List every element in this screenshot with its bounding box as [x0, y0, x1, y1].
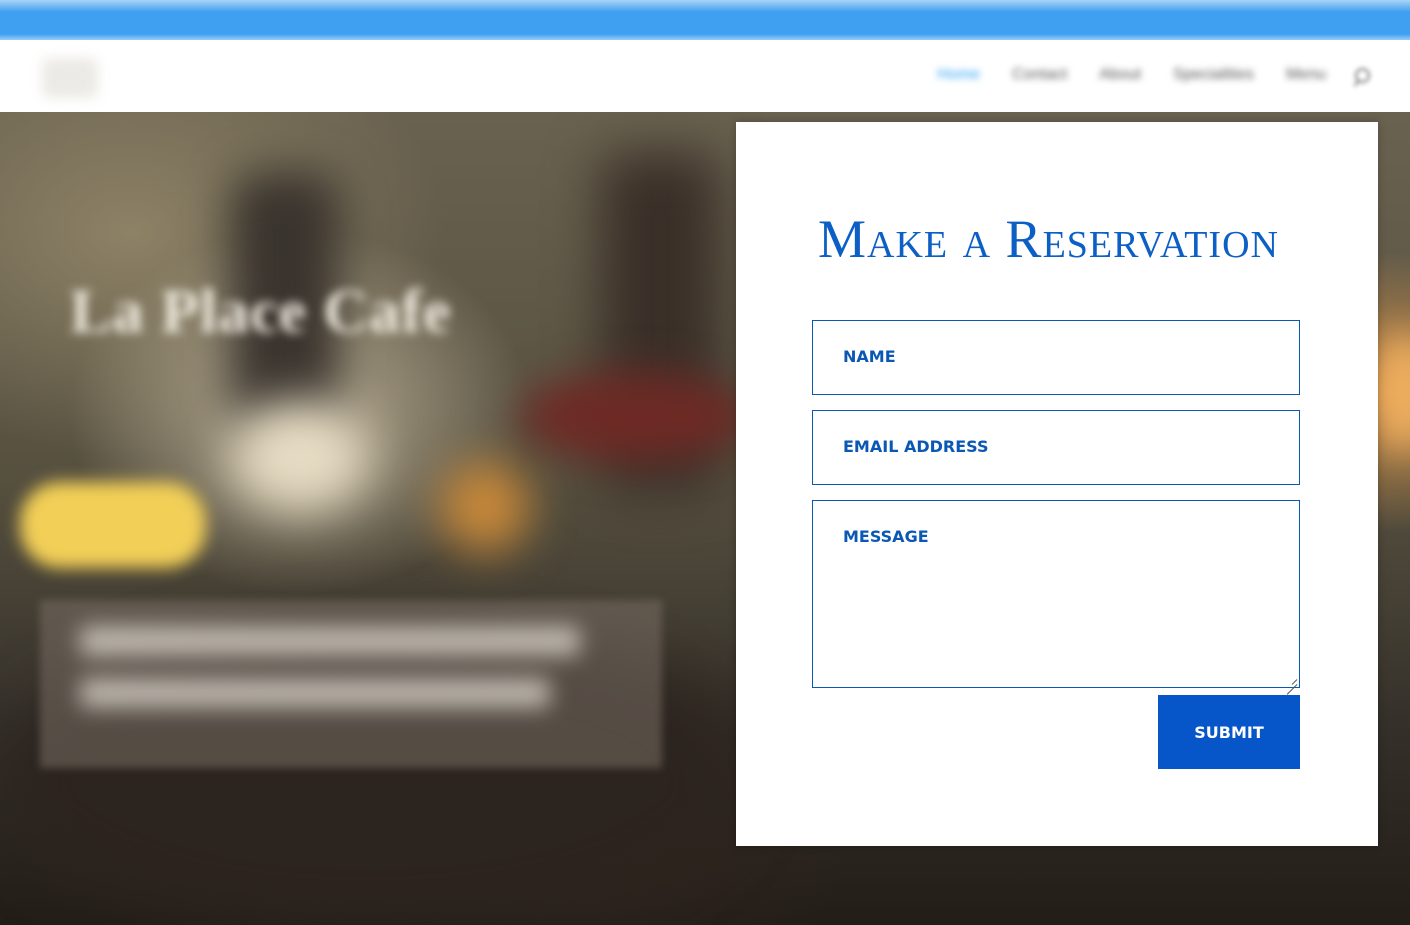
- site-logo[interactable]: [42, 58, 98, 98]
- submit-button[interactable]: SUBMIT: [1158, 695, 1300, 769]
- nav-item-about[interactable]: About: [1099, 66, 1141, 84]
- reservation-title: Make a Reservation: [818, 209, 1279, 269]
- main-nav: Home Contact About Specialities Menu: [937, 66, 1326, 84]
- hero-cta-button[interactable]: [20, 482, 206, 568]
- hero-title: La Place Cafe: [70, 278, 452, 346]
- nav-item-menu[interactable]: Menu: [1286, 66, 1326, 84]
- nav-item-contact[interactable]: Contact: [1012, 66, 1067, 84]
- site-header: Home Contact About Specialities Menu: [0, 40, 1410, 112]
- email-placeholder: EMAIL ADDRESS: [843, 437, 989, 456]
- name-placeholder: NAME: [843, 347, 896, 366]
- name-field[interactable]: NAME: [812, 320, 1300, 395]
- hero-text-card: [40, 600, 662, 768]
- nav-item-home[interactable]: Home: [937, 66, 980, 84]
- message-placeholder: MESSAGE: [843, 527, 929, 546]
- email-field[interactable]: EMAIL ADDRESS: [812, 410, 1300, 485]
- message-field[interactable]: MESSAGE: [812, 500, 1300, 688]
- resize-grip-icon[interactable]: [1286, 674, 1297, 685]
- nav-item-specialities[interactable]: Specialities: [1173, 66, 1254, 84]
- reservation-panel: Make a Reservation NAME EMAIL ADDRESS ME…: [736, 122, 1378, 846]
- search-icon[interactable]: [1352, 67, 1374, 89]
